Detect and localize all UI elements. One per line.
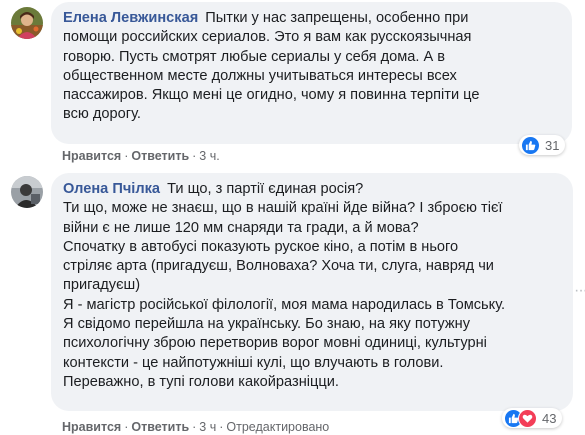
comment-timestamp[interactable]: 3 ч. (199, 149, 219, 163)
comment-author[interactable]: Елена Левжинская (63, 10, 198, 26)
comment-text-line: помощи российских сериалов. Это я вам ка… (63, 29, 472, 46)
comment-text-line: говорю. Пусть смотрят любые сериалы у се… (63, 48, 446, 65)
comment-bubble: Елена Левжинская Пытки у нас запрещены, … (51, 2, 572, 144)
reaction-count: 43 (542, 410, 557, 426)
reaction-summary[interactable]: 31 (519, 135, 566, 155)
comment-text-line: Пытки у нас запрещены, особенно при (205, 10, 469, 26)
comment-bubble: Олена Пчілка Ти що, з партії єдиная росі… (51, 173, 573, 411)
comment-text-line: пассажиров. Якщо мені це огидно, чому я … (63, 87, 480, 104)
comment-text-line: общественном месте должны учитываться ин… (63, 67, 457, 84)
love-icon (518, 408, 537, 428)
like-button[interactable]: Нравится (62, 149, 121, 163)
comment-timestamp[interactable]: 3 ч (199, 420, 216, 434)
reply-button[interactable]: Ответить (131, 420, 189, 434)
comment-text-line: всю дорогу. (63, 106, 141, 123)
reply-button[interactable]: Ответить (131, 149, 189, 163)
comment-actions: Нравится · Ответить · 3 ч · Отредактировано (62, 420, 330, 434)
comment-text-line: Ти що, може не знаєш, що в нашій країні … (63, 200, 503, 217)
comment-text-line: контексти - це найпотужніші кулі, що влу… (63, 354, 444, 371)
comment-text-line: війни є не лише 120 мм снаряди та гради,… (63, 219, 419, 236)
comment-text-line: Переважно, в тупі голови какойразніцци. (63, 373, 339, 390)
comment-text-line: пригадуєш) (63, 277, 141, 294)
comment-text-line: стріляє арта (пригадуєш, Волноваха? Хоча… (63, 258, 494, 275)
comment-text-line: Я - магістр російської філології, моя ма… (63, 296, 506, 313)
edited-label[interactable]: Отредактировано (226, 420, 329, 434)
reaction-summary[interactable]: 43 (502, 408, 563, 428)
comment-text-line: Я свідомо перейшла на українську. Бо зна… (63, 316, 470, 333)
avatar[interactable] (11, 176, 43, 208)
reaction-count: 31 (545, 137, 560, 153)
more-options-icon[interactable]: ··· (574, 282, 585, 300)
comment-author[interactable]: Олена Пчілка (63, 181, 160, 197)
comment-text-line: Спочатку в автобусі показують руское кін… (63, 238, 459, 255)
comment-text-line: Ти що, з партії єдиная росія? (167, 181, 364, 197)
like-icon (521, 135, 540, 155)
like-button[interactable]: Нравится (62, 420, 121, 434)
comment-text-line: психологічну зброю перетворив ворог мовн… (63, 335, 487, 352)
avatar[interactable] (11, 7, 43, 39)
comment-actions: Нравится · Ответить · 3 ч. (62, 149, 220, 163)
